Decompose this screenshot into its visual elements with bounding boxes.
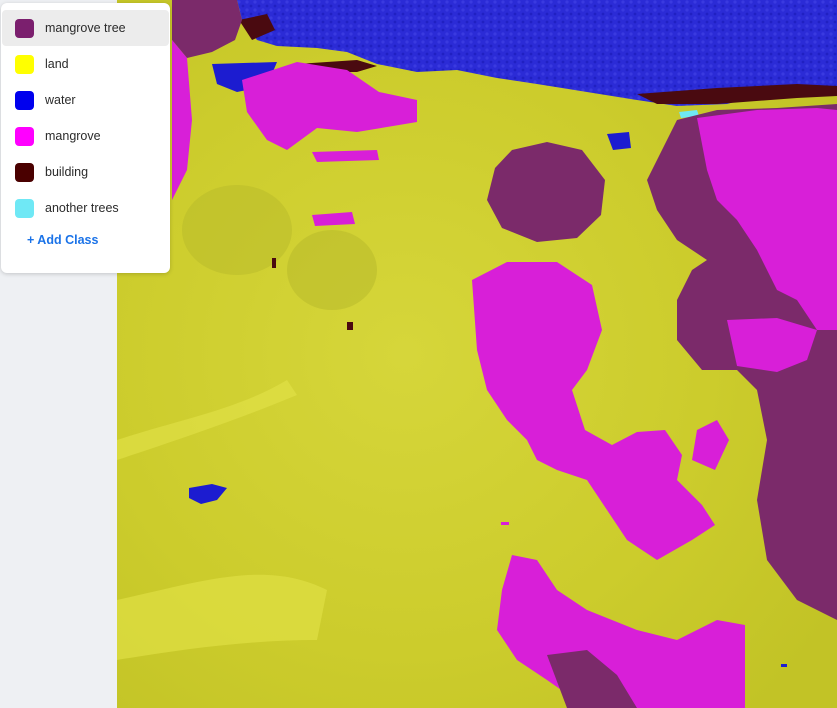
segmentation-overlay[interactable] [117,0,837,708]
land-color-swatch [15,54,34,74]
mangrove-speck [501,522,509,525]
class-label: mangrove tree [45,21,126,35]
building-speck [347,322,353,330]
class-label: water [45,93,76,107]
add-class-button[interactable]: + Add Class [27,233,170,247]
land-highlight [287,230,377,310]
class-item-water[interactable]: water [2,82,169,118]
classes-panel: mangrove tree land water mangrove buildi… [1,3,170,273]
class-label: another trees [45,201,119,215]
class-label: mangrove [45,129,101,143]
building-speck [272,258,276,268]
mangrove-tree-color-swatch [15,18,34,38]
class-item-building[interactable]: building [2,154,169,190]
class-item-another-trees[interactable]: another trees [2,190,169,226]
annotation-workspace: mangrove tree land water mangrove buildi… [0,0,837,708]
water-speck [781,664,787,667]
class-item-mangrove[interactable]: mangrove [2,118,169,154]
class-item-land[interactable]: land [2,46,169,82]
water-color-swatch [15,90,34,110]
mangrove-color-swatch [15,126,34,146]
building-color-swatch [15,162,34,182]
segmentation-canvas[interactable] [117,0,837,708]
mangrove-region[interactable] [312,150,379,162]
class-item-mangrove-tree[interactable]: mangrove tree [2,10,169,46]
another-trees-color-swatch [15,198,34,218]
class-label: building [45,165,89,179]
class-label: land [45,57,69,71]
